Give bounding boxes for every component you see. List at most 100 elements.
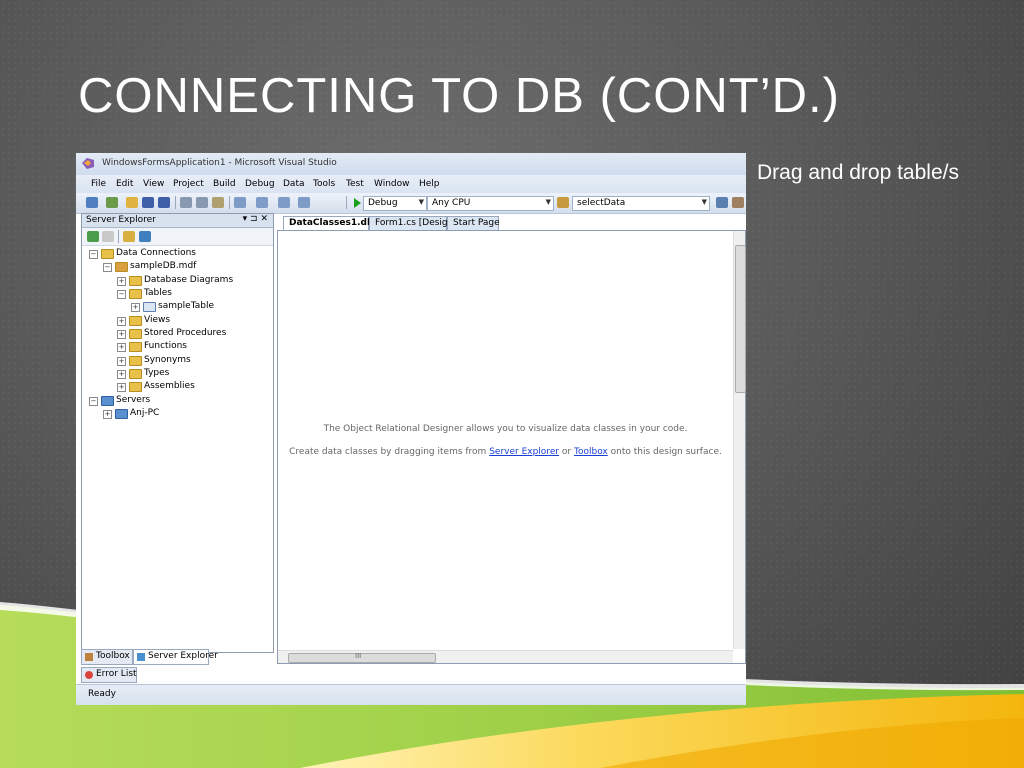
find-combo[interactable]: selectData ▼ (572, 196, 710, 211)
tree-node-label: Types (144, 368, 170, 378)
tab-start-page[interactable]: Start Page (447, 216, 500, 231)
tree-node-label: Anj-PC (130, 408, 160, 418)
toolbar-separator (229, 196, 230, 209)
or-designer-surface[interactable]: The Object Relational Designer allows yo… (277, 230, 746, 664)
folder-icon (129, 276, 142, 286)
chevron-down-icon: ▼ (418, 198, 424, 206)
solution-configuration-value: Debug (368, 198, 398, 208)
server-explorer-link[interactable]: Server Explorer (489, 447, 559, 457)
connect-to-server-icon[interactable] (139, 231, 151, 242)
toolbox-tab-label: Toolbox (96, 651, 130, 661)
tree-node-label: Functions (144, 341, 187, 351)
help-text-part: onto this design surface. (607, 447, 722, 457)
expand-icon[interactable]: + (117, 357, 126, 366)
expand-icon[interactable]: + (131, 303, 140, 312)
standard-toolbar: Debug ▼ Any CPU ▼ selectData ▼ (76, 193, 746, 214)
undo-icon[interactable] (234, 197, 246, 208)
status-bar: Ready (76, 684, 746, 705)
new-project-icon[interactable] (86, 197, 98, 208)
server-explorer-panel: Server Explorer ▾ ⊐ ✕ − Data Connections… (81, 213, 274, 653)
expand-icon[interactable]: + (103, 410, 112, 419)
expand-icon[interactable]: + (117, 317, 126, 326)
menu-data[interactable]: Data (283, 179, 305, 189)
find-value: selectData (577, 198, 626, 208)
menu-tools[interactable]: Tools (313, 179, 335, 189)
error-list-tab[interactable]: Error List (81, 667, 137, 683)
navigate-backward-icon[interactable] (278, 197, 290, 208)
server-explorer-title: Server Explorer (86, 215, 156, 225)
menu-view[interactable]: View (143, 179, 164, 189)
expand-icon[interactable]: + (117, 330, 126, 339)
save-all-icon[interactable] (158, 197, 170, 208)
tree-node-label: Tables (144, 288, 172, 298)
menu-file[interactable]: File (91, 179, 106, 189)
horizontal-scrollbar[interactable]: III (278, 650, 733, 663)
tree-node-label: Database Diagrams (144, 275, 234, 285)
menu-window[interactable]: Window (374, 179, 410, 189)
vertical-scrollbar[interactable] (733, 231, 746, 649)
server-explorer-toolbar (82, 228, 273, 246)
connect-to-database-icon[interactable] (123, 231, 135, 242)
tree-node-label: Stored Procedures (144, 328, 227, 338)
save-icon[interactable] (142, 197, 154, 208)
tree-node-label: Views (144, 315, 171, 325)
help-text-part: Create data classes by dragging items fr… (289, 447, 490, 457)
expand-icon[interactable]: + (117, 370, 126, 379)
folder-icon (129, 342, 142, 352)
folder-icon (129, 316, 142, 326)
data-connections-icon (101, 249, 114, 259)
menu-build[interactable]: Build (213, 179, 236, 189)
solution-explorer-icon[interactable] (716, 197, 728, 208)
solution-configuration-combo[interactable]: Debug ▼ (363, 196, 427, 211)
tree-node-label: Data Connections (116, 248, 196, 258)
start-debugging-icon[interactable] (354, 198, 361, 208)
panel-window-buttons[interactable]: ▾ ⊐ ✕ (243, 214, 268, 224)
redo-icon[interactable] (256, 197, 268, 208)
tab-label: Start Page (453, 218, 500, 228)
folder-icon (129, 382, 142, 392)
menu-debug[interactable]: Debug (245, 179, 275, 189)
tab-dataclasses1-dbml[interactable]: DataClasses1.dbml (283, 216, 386, 231)
menu-bar: File Edit View Project Build Debug Data … (76, 175, 746, 193)
chevron-down-icon: ▼ (701, 198, 707, 206)
collapse-icon[interactable]: − (89, 397, 98, 406)
scroll-grip: III (355, 652, 362, 660)
menu-project[interactable]: Project (173, 179, 204, 189)
toolbar-separator (118, 230, 119, 243)
menu-edit[interactable]: Edit (116, 179, 133, 189)
expand-icon[interactable]: + (117, 277, 126, 286)
menu-test[interactable]: Test (346, 179, 364, 189)
toolbar-separator (175, 196, 176, 209)
expand-icon[interactable]: + (117, 343, 126, 352)
toolbox-link[interactable]: Toolbox (574, 447, 608, 457)
server-explorer-tab[interactable]: Server Explorer (133, 649, 218, 665)
collapse-icon[interactable]: − (103, 263, 112, 272)
collapse-icon[interactable]: − (89, 250, 98, 259)
navigate-forward-icon[interactable] (298, 197, 310, 208)
stop-refresh-icon[interactable] (102, 231, 114, 242)
folder-icon (129, 329, 142, 339)
vertical-scroll-thumb[interactable] (735, 245, 746, 393)
paste-icon[interactable] (212, 197, 224, 208)
designer-help-message: Create data classes by dragging items fr… (278, 447, 733, 457)
menu-help[interactable]: Help (419, 179, 440, 189)
error-list-icon (85, 671, 93, 679)
copy-icon[interactable] (196, 197, 208, 208)
collapse-icon[interactable]: − (117, 290, 126, 299)
cut-icon[interactable] (180, 197, 192, 208)
tree-node-label: Servers (116, 395, 151, 405)
refresh-icon[interactable] (87, 231, 99, 242)
open-file-icon[interactable] (126, 197, 138, 208)
toolbar-separator (346, 196, 347, 209)
properties-icon[interactable] (732, 197, 744, 208)
toolbox-tab[interactable]: Toolbox (81, 649, 133, 665)
slide-bullet: Drag and drop table/s (757, 161, 959, 184)
chevron-down-icon: ▼ (545, 198, 551, 206)
solution-platform-combo[interactable]: Any CPU ▼ (427, 196, 554, 211)
tab-form1-design[interactable]: Form1.cs [Design] (369, 216, 457, 231)
find-in-files-icon[interactable] (557, 197, 569, 208)
expand-icon[interactable]: + (117, 383, 126, 392)
horizontal-scroll-thumb[interactable]: III (288, 652, 436, 663)
folder-icon (129, 356, 142, 366)
add-item-icon[interactable] (106, 197, 118, 208)
